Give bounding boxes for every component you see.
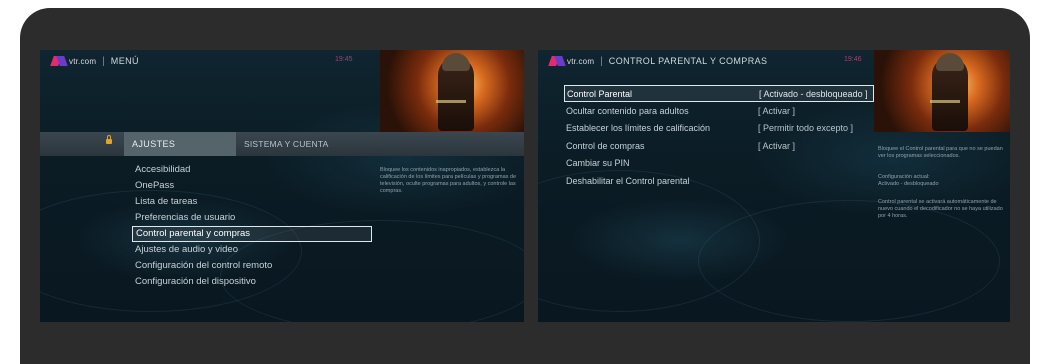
parental-options-list: Control Parental [ Activado - desbloquea… (564, 85, 874, 190)
settings-menu: Accesibilidad OnePass Lista de tareas Pr… (132, 162, 372, 290)
menu-item-control-remoto[interactable]: Configuración del control remoto (132, 258, 372, 274)
option-description: Bloquee el Control parental para que no … (878, 146, 1003, 159)
reflective-stripe (436, 100, 466, 103)
option-value: [ Activado - desbloqueado ] (759, 88, 868, 99)
tab-ajustes[interactable]: AJUSTES (124, 132, 236, 156)
option-label: Ocultar contenido para adultos (566, 105, 689, 116)
menu-item-onepass[interactable]: OnePass (132, 178, 372, 194)
option-label: Control Parental (567, 88, 633, 99)
header-bar: vtr.com | MENÚ (40, 50, 139, 72)
clock: 19:46 (844, 56, 862, 63)
option-label: Deshabilitar el Control parental (566, 175, 690, 186)
menu-screen: vtr.com | MENÚ 19:45 AJUSTES SISTEMA Y C… (40, 50, 524, 322)
parental-control-screen: vtr.com | CONTROL PARENTAL Y COMPRAS 19:… (538, 50, 1010, 322)
preview-thumbnail (380, 50, 524, 132)
menu-item-dispositivo[interactable]: Configuración del dispositivo (132, 274, 372, 290)
header-separator: | (600, 55, 603, 67)
page-title: CONTROL PARENTAL Y COMPRAS (608, 56, 768, 66)
option-label: Cambiar su PIN (566, 158, 630, 169)
menu-item-accesibilidad[interactable]: Accesibilidad (132, 162, 372, 178)
tab-bar: AJUSTES SISTEMA Y CUENTA (40, 132, 524, 156)
helmet-shape (935, 53, 964, 72)
menu-item-control-parental[interactable]: Control parental y compras (132, 226, 372, 242)
option-cambiar-pin[interactable]: Cambiar su PIN (564, 155, 874, 173)
brand-name: vtr.com (69, 56, 97, 66)
option-label: Establecer los límites de calificación (566, 123, 711, 134)
menu-item-audio-video[interactable]: Ajustes de audio y video (132, 242, 372, 258)
option-ocultar-adultos[interactable]: Ocultar contenido para adultos [ Activar… (564, 102, 874, 120)
option-value: [ Permitir todo excepto ] (758, 123, 854, 134)
vtr-logo-icon (52, 56, 66, 66)
reflective-stripe (930, 100, 960, 103)
clock: 19:45 (335, 56, 353, 63)
option-value: [ Activar ] (758, 105, 796, 116)
header-bar: vtr.com | CONTROL PARENTAL Y COMPRAS (538, 50, 767, 72)
brand-logo: vtr.com (52, 56, 96, 66)
menu-description: Bloquee los contenidos inapropiados, est… (380, 167, 517, 194)
tab-sistema-y-cuenta[interactable]: SISTEMA Y CUENTA (244, 132, 328, 156)
option-control-parental[interactable]: Control Parental [ Activado - desbloquea… (564, 85, 874, 102)
menu-item-preferencias[interactable]: Preferencias de usuario (132, 210, 372, 226)
brand-name: vtr.com (567, 56, 595, 66)
option-value: [ Activar ] (758, 140, 796, 151)
option-limites-calificacion[interactable]: Establecer los límites de calificación [… (564, 120, 874, 138)
preview-thumbnail (874, 50, 1010, 132)
auto-lock-note: Control parental se activará automáticam… (878, 199, 1003, 219)
option-deshabilitar[interactable]: Deshabilitar el Control parental (564, 172, 874, 190)
header-separator: | (102, 55, 105, 67)
vtr-logo-icon (550, 56, 564, 66)
lock-icon (106, 135, 112, 144)
brand-logo: vtr.com (550, 56, 594, 66)
page-title: MENÚ (110, 56, 139, 66)
option-control-compras[interactable]: Control de compras [ Activar ] (564, 137, 874, 155)
menu-item-lista-de-tareas[interactable]: Lista de tareas (132, 194, 372, 210)
option-label: Control de compras (566, 140, 645, 151)
helmet-shape (441, 53, 470, 72)
current-setting-label: Configuración actual: (878, 174, 930, 180)
current-setting-value: Activado - desbloqueado (878, 181, 939, 187)
